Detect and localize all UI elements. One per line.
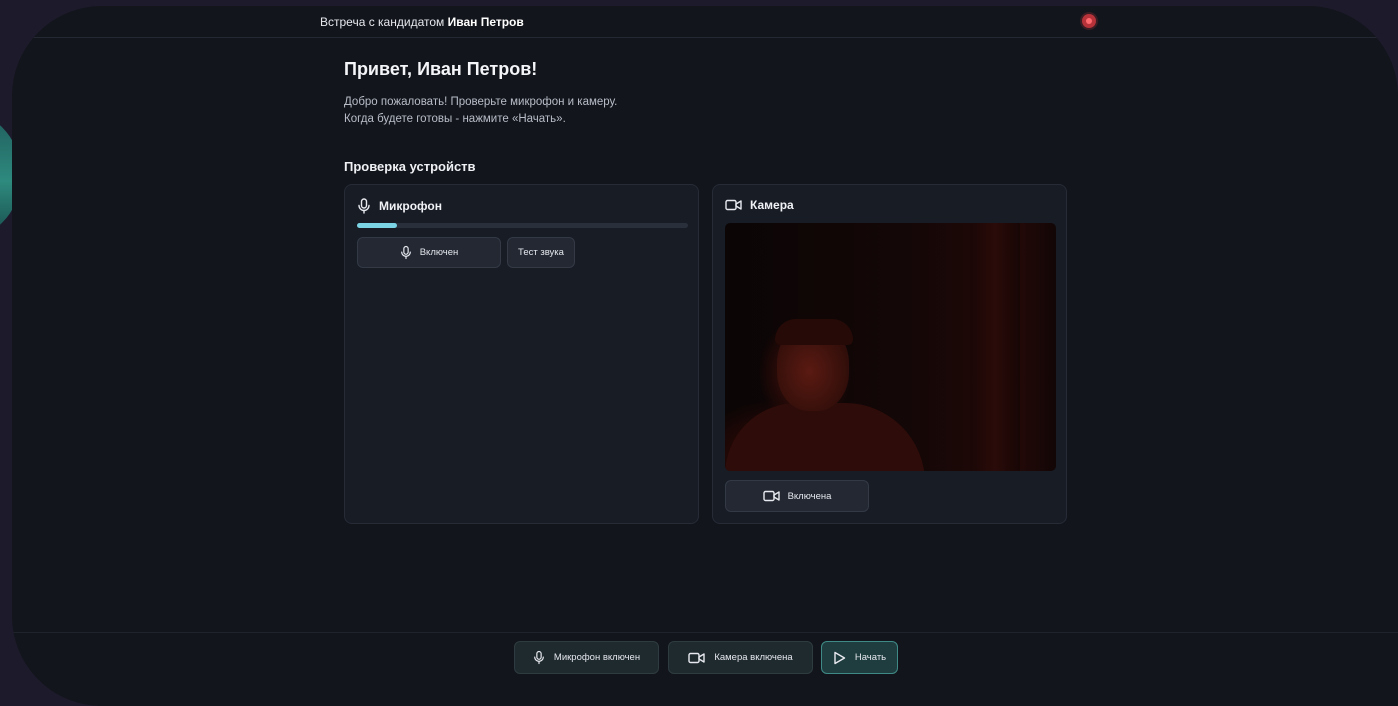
camera-card-title: Камера [750, 198, 794, 212]
microphone-icon [400, 245, 412, 260]
bottom-toolbar: Микрофон включен Камера включена Начать [12, 632, 1398, 693]
microphone-card: Микрофон Включен Тест звука [344, 184, 699, 524]
toolbar-microphone-label: Микрофон включен [553, 652, 641, 663]
microphone-toggle-button[interactable]: Включен [357, 237, 501, 268]
page-title: Привет, Иван Петров! [344, 59, 538, 79]
camera-card-header: Камера [725, 198, 794, 212]
microphone-icon [357, 198, 371, 214]
intro-text: Добро пожаловать! Проверьте микрофон и к… [344, 94, 617, 128]
microphone-card-header: Микрофон [357, 198, 442, 214]
intro-line-1: Добро пожаловать! Проверьте микрофон и к… [344, 96, 618, 108]
intro-line-2: Когда будете готовы - нажмите «Начать». [344, 113, 566, 125]
microphone-card-title: Микрофон [379, 199, 442, 213]
meeting-title: Встреча с кандидатом Иван Петров [320, 15, 524, 29]
camera-preview [725, 223, 1056, 471]
toolbar-camera-label: Камера включена [714, 652, 793, 663]
video-camera-icon [688, 652, 706, 664]
meeting-prefix: Встреча с кандидатом [320, 15, 445, 29]
sound-test-button[interactable]: Тест звука [507, 237, 575, 268]
header-bar: Встреча с кандидатом Иван Петров [12, 6, 1398, 38]
microphone-level-fill [357, 223, 397, 228]
microphone-toggle-label: Включен [419, 247, 459, 258]
video-camera-icon [762, 490, 780, 502]
microphone-icon [533, 650, 545, 665]
camera-card: Камера Включена [712, 184, 1067, 524]
toolbar-microphone-button[interactable]: Микрофон включен [514, 641, 659, 674]
camera-toggle-button[interactable]: Включена [725, 480, 869, 512]
camera-toggle-label: Включена [787, 490, 832, 502]
candidate-name: Иван Петров [447, 15, 524, 29]
toolbar-camera-button[interactable]: Камера включена [668, 641, 813, 674]
microphone-level-meter [357, 223, 688, 228]
start-label: Начать [854, 652, 887, 663]
app-window: Встреча с кандидатом Иван Петров Привет,… [12, 6, 1398, 706]
recording-indicator [1082, 14, 1096, 28]
video-camera-icon [725, 199, 742, 211]
start-button[interactable]: Начать [821, 641, 898, 674]
play-icon [833, 651, 846, 665]
device-check-title: Проверка устройств [344, 159, 476, 174]
